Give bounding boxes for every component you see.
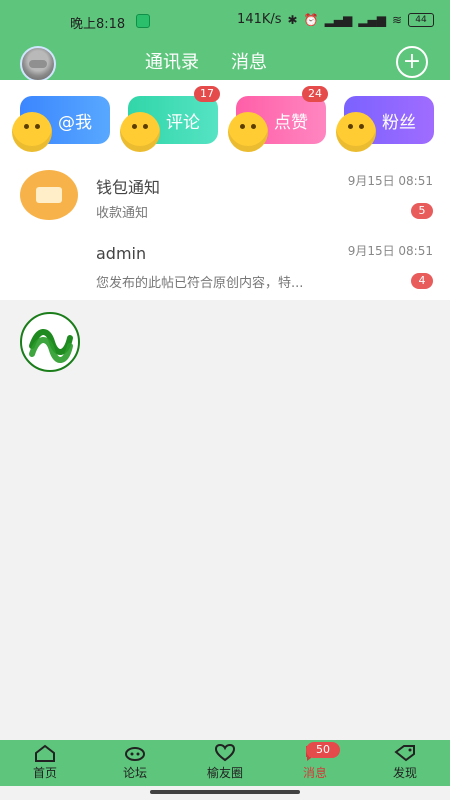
message-time: 9月15日 08:51 <box>347 174 433 188</box>
tab-discover[interactable]: 发现 <box>360 744 450 786</box>
card-label: 点赞 <box>274 112 308 133</box>
emoji-face-icon <box>120 112 160 152</box>
message-subtitle: 收款通知 <box>96 206 149 221</box>
unread-count-badge: 4 <box>411 273 433 289</box>
forum-icon <box>124 744 146 762</box>
tab-forum[interactable]: 论坛 <box>90 744 180 786</box>
message-time: 9月15日 08:51 <box>347 244 433 258</box>
wallet-icon <box>20 170 78 220</box>
message-title: 钱包通知 <box>96 178 161 197</box>
message-subtitle: 您发布的此帖已符合原创内容，特... <box>96 276 304 291</box>
comment-count-badge: 17 <box>194 86 220 102</box>
message-list: 钱包通知 收款通知 9月15日 08:51 5 admin 您发布的此帖已符合原… <box>0 160 450 372</box>
top-area: 晚上8:18 141K/s ✱ ⏰ ▂▄▆ ▂▄▆ ≋ 44 通讯录 消息 + <box>0 0 450 82</box>
quick-cards: @我 评论 17 点赞 24 粉丝 <box>0 80 450 160</box>
emoji-face-icon <box>12 112 52 152</box>
user-avatar[interactable] <box>20 46 56 82</box>
bluetooth-icon: ✱ <box>287 12 298 27</box>
card-comments[interactable]: 评论 17 <box>120 86 220 152</box>
tab-contacts[interactable]: 通讯录 <box>145 48 199 74</box>
tab-messages-bottom[interactable]: 消息 50 <box>270 742 360 786</box>
message-tab-badge: 50 <box>306 742 340 758</box>
app-notification-icon <box>136 14 150 28</box>
card-mention[interactable]: @我 <box>12 96 110 152</box>
bottom-tab-bar: 首页 论坛 榆友圈 消息 50 发现 <box>0 740 450 786</box>
tab-home[interactable]: 首页 <box>0 744 90 786</box>
list-item[interactable]: admin 您发布的此帖已符合原创内容，特... 9月15日 08:51 4 <box>0 230 450 372</box>
home-indicator <box>150 790 300 794</box>
unread-count-badge: 5 <box>411 203 433 219</box>
card-label: 评论 <box>166 112 200 133</box>
battery-icon: 44 <box>408 12 434 27</box>
network-speed: 141K/s <box>237 12 282 27</box>
tag-icon <box>394 744 416 762</box>
status-icons: 141K/s ✱ ⏰ ▂▄▆ ▂▄▆ ≋ 44 <box>237 12 434 27</box>
like-count-badge: 24 <box>302 86 328 102</box>
card-likes[interactable]: 点赞 24 <box>228 86 328 152</box>
tab-label: 发现 <box>392 766 417 780</box>
top-bar: 通讯录 消息 + <box>0 42 450 82</box>
tab-label: 榆友圈 <box>206 766 243 780</box>
card-label: 粉丝 <box>382 112 416 133</box>
emoji-face-icon <box>228 112 268 152</box>
message-title: admin <box>96 244 147 263</box>
tab-label: 消息 <box>302 766 327 780</box>
plus-icon: + <box>402 49 422 74</box>
signal-1-icon: ▂▄▆ <box>324 12 353 27</box>
card-label: @我 <box>58 112 92 133</box>
card-fans[interactable]: 粉丝 <box>336 96 434 152</box>
header-tabs: 通讯录 消息 <box>145 48 267 74</box>
emoji-face-icon <box>336 112 376 152</box>
list-item[interactable]: 钱包通知 收款通知 9月15日 08:51 5 <box>0 160 450 230</box>
tab-label: 论坛 <box>122 766 147 780</box>
signal-2-icon: ▂▄▆ <box>358 12 386 27</box>
tab-friends-circle[interactable]: 榆友圈 <box>180 744 270 786</box>
heart-icon <box>214 744 236 762</box>
status-bar: 晚上8:18 141K/s ✱ ⏰ ▂▄▆ ▂▄▆ ≋ 44 <box>0 0 450 42</box>
wifi-icon: ≋ <box>391 12 402 27</box>
status-time: 晚上8:18 <box>70 17 126 32</box>
home-icon <box>34 744 56 762</box>
admin-logo-icon <box>20 312 80 372</box>
tab-label: 首页 <box>32 766 57 780</box>
tab-messages[interactable]: 消息 <box>231 48 267 74</box>
alarm-icon: ⏰ <box>303 12 319 27</box>
battery-level: 44 <box>415 14 427 25</box>
add-button[interactable]: + <box>396 46 428 78</box>
